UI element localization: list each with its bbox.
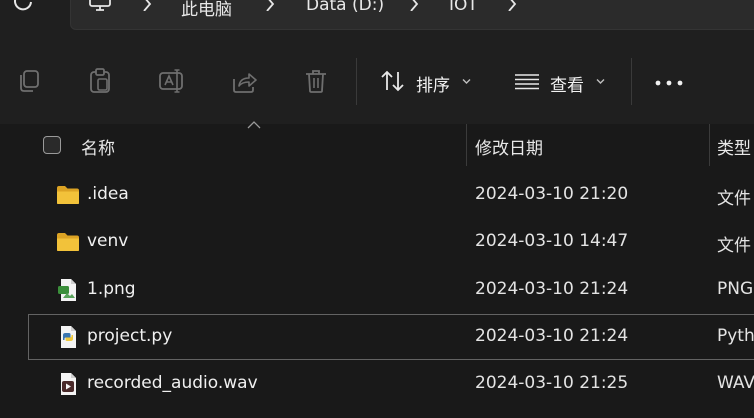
column-divider[interactable]	[466, 124, 467, 166]
file-type: PNG	[717, 279, 754, 299]
file-type: WAV	[717, 373, 754, 393]
file-modified: 2024-03-10 21:25	[475, 373, 629, 393]
audio-file-icon	[61, 373, 76, 395]
toolbar-separator	[631, 58, 632, 105]
chevron-down-icon[interactable]	[462, 78, 471, 85]
file-modified: 2024-03-10 21:20	[475, 184, 629, 204]
breadcrumb-item-this-pc[interactable]: 此电脑	[181, 0, 232, 20]
file-name: recorded_audio.wav	[87, 373, 258, 393]
python-file-icon	[61, 326, 76, 348]
file-row-selected[interactable]: project.py 2024-03-10 21:24 Pyth	[28, 314, 754, 360]
chevron-right-icon[interactable]	[506, 0, 518, 11]
column-divider[interactable]	[709, 124, 710, 166]
share-icon[interactable]	[230, 67, 258, 95]
file-row[interactable]: .idea 2024-03-10 21:20 文件	[28, 172, 754, 218]
png-file-icon	[58, 279, 76, 301]
file-modified: 2024-03-10 21:24	[475, 279, 629, 299]
chevron-right-icon[interactable]	[141, 0, 153, 11]
sort-ascending-icon	[247, 121, 261, 129]
file-type: 文件	[717, 189, 751, 209]
file-name: .idea	[87, 184, 129, 204]
monitor-icon[interactable]	[88, 0, 112, 12]
file-modified: 2024-03-10 14:47	[475, 231, 629, 251]
chevron-down-icon[interactable]	[596, 78, 605, 85]
file-modified: 2024-03-10 21:24	[475, 326, 629, 346]
file-type: 文件	[717, 236, 751, 256]
more-dots-icon[interactable]	[654, 80, 684, 86]
command-toolbar: 排序 查看	[0, 40, 754, 124]
chevron-right-icon[interactable]	[264, 0, 276, 11]
delete-icon[interactable]	[302, 67, 330, 95]
address-bar-area: 此电脑 Data (D:) IOT	[0, 0, 754, 40]
rename-icon[interactable]	[158, 67, 186, 95]
folder-icon	[57, 186, 79, 204]
paste-icon[interactable]	[86, 67, 114, 95]
file-name: project.py	[87, 326, 173, 346]
file-name: 1.png	[87, 279, 136, 299]
view-icon[interactable]	[513, 67, 541, 95]
column-modified-header[interactable]: 修改日期	[475, 134, 543, 159]
file-row[interactable]: 1.png 2024-03-10 21:24 PNG	[28, 267, 754, 313]
copy-icon[interactable]	[15, 67, 43, 95]
toolbar-separator	[356, 58, 357, 105]
file-name: venv	[87, 231, 129, 251]
folder-icon	[57, 233, 79, 251]
refresh-icon[interactable]	[10, 0, 36, 14]
file-row[interactable]: venv 2024-03-10 14:47 文件	[28, 219, 754, 265]
file-row[interactable]: recorded_audio.wav 2024-03-10 21:25 WAV	[28, 361, 754, 407]
breadcrumb-item-iot[interactable]: IOT	[449, 0, 478, 15]
chevron-right-icon[interactable]	[408, 0, 420, 11]
select-all-checkbox[interactable]	[43, 136, 61, 154]
file-type: Pyth	[717, 326, 754, 346]
column-header: 名称 修改日期 类型	[0, 121, 754, 166]
sort-icon[interactable]	[379, 67, 407, 95]
view-button-label[interactable]: 查看	[550, 71, 584, 96]
sort-button-label[interactable]: 排序	[416, 71, 450, 96]
column-type-header[interactable]: 类型	[717, 134, 751, 159]
breadcrumb-item-drive[interactable]: Data (D:)	[306, 0, 384, 15]
column-name-header[interactable]: 名称	[81, 134, 115, 159]
